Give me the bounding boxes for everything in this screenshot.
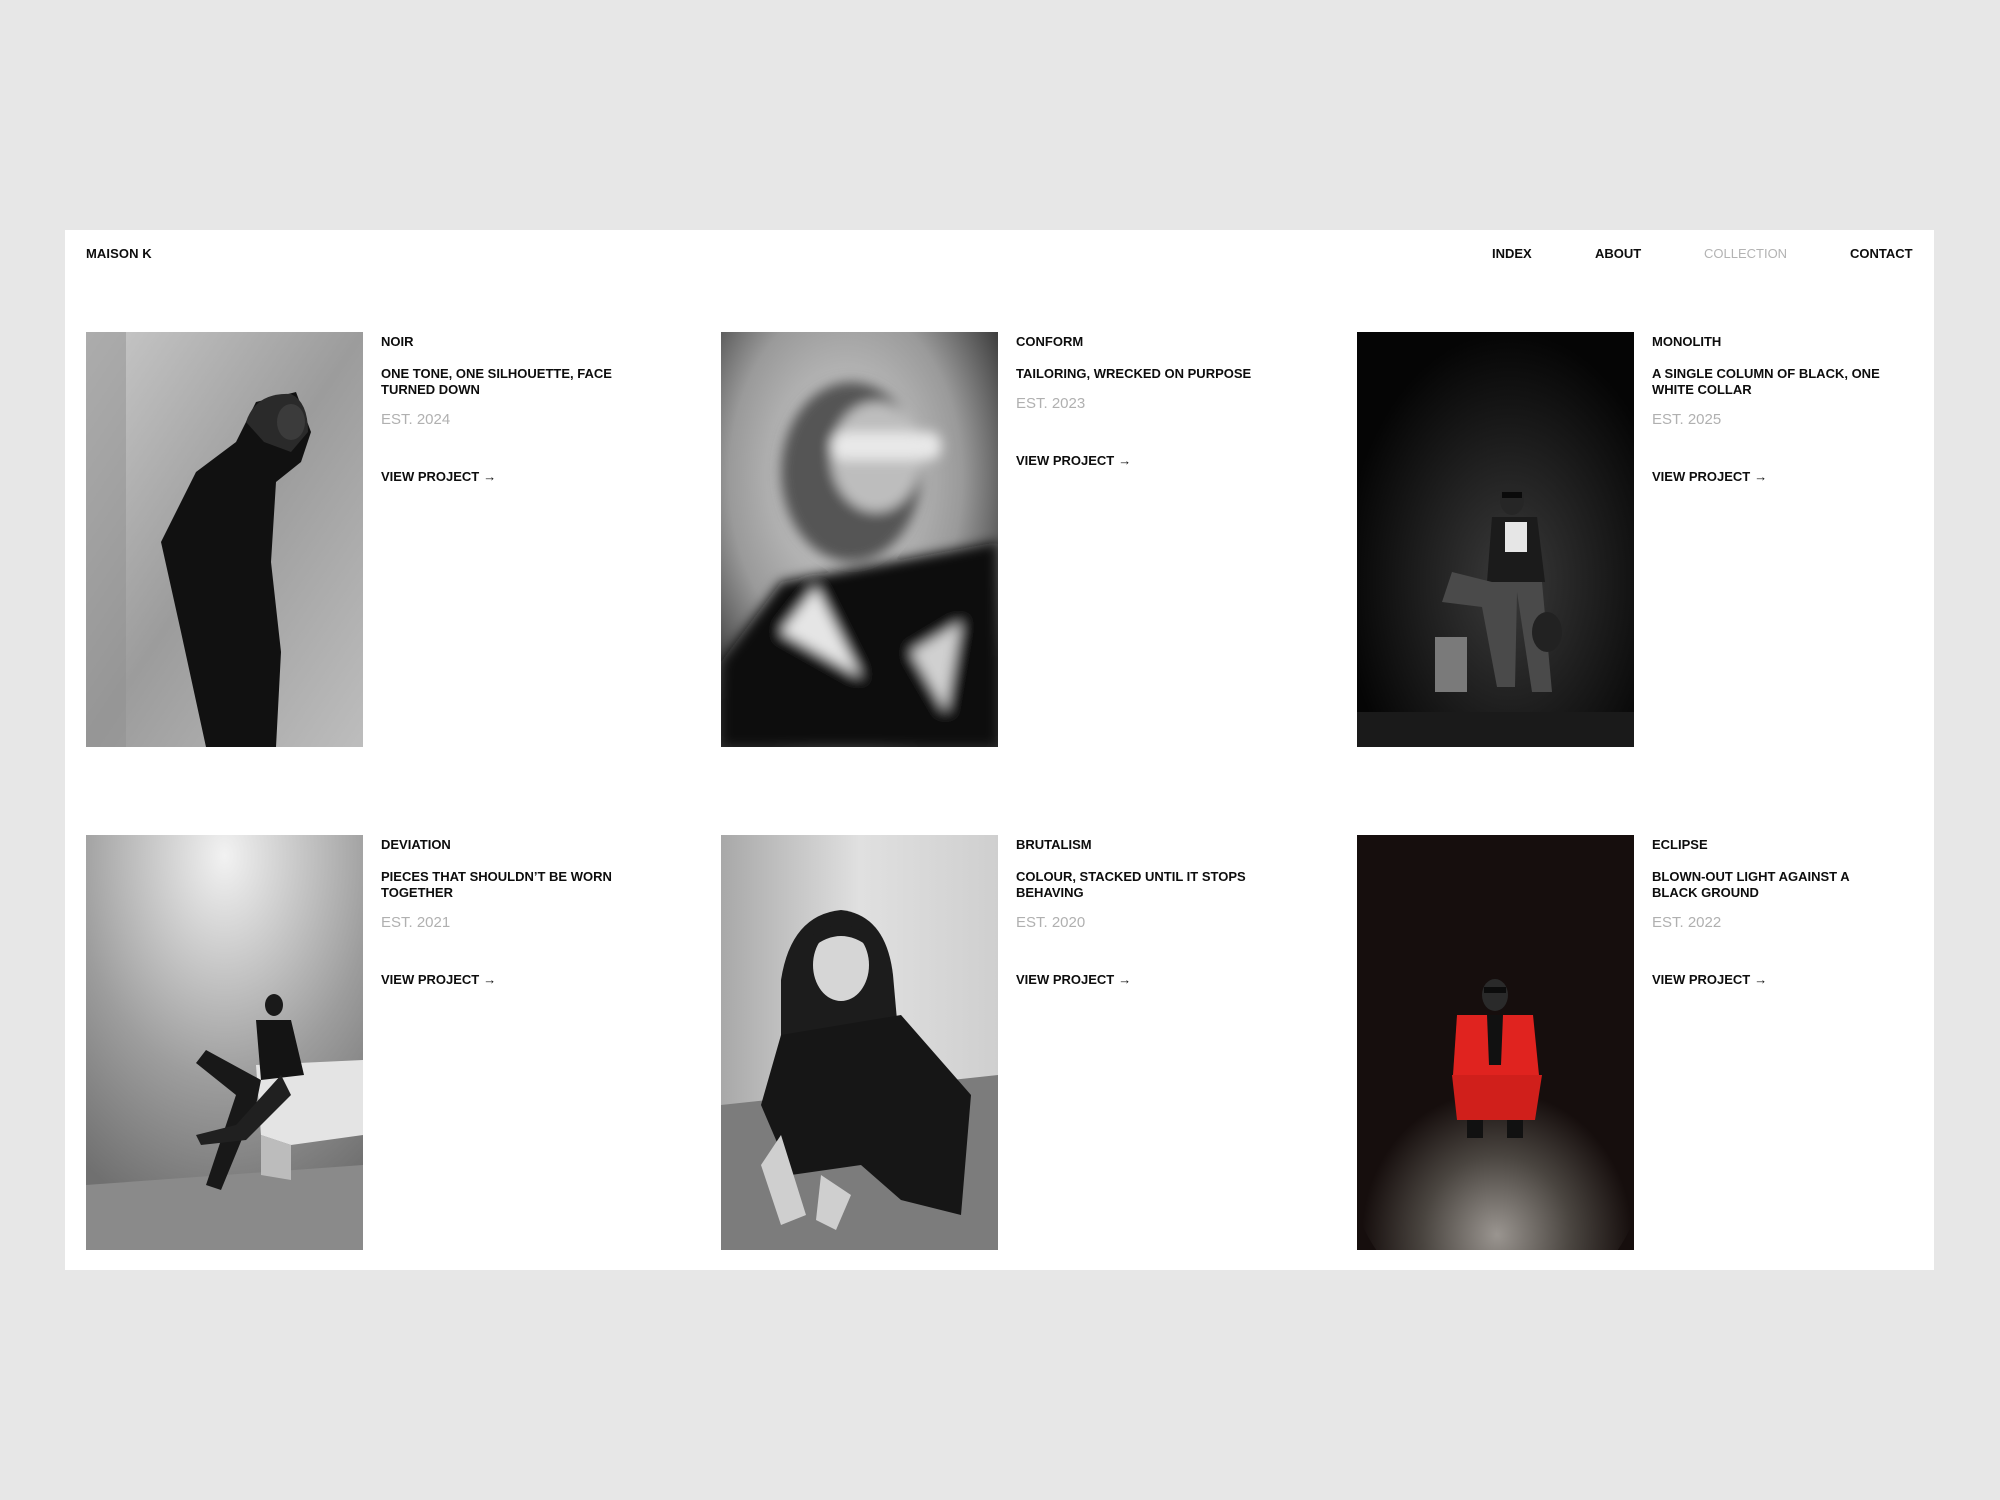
project-photo-deviation[interactable]	[86, 835, 363, 1250]
view-project-label: VIEW PROJECT	[1652, 469, 1751, 484]
view-project-label: VIEW PROJECT	[1016, 972, 1115, 987]
project-description: COLOUR, STACKED UNTIL IT STOPS BEHAVING	[1016, 869, 1246, 900]
project-title: MONOLITH	[1652, 334, 1722, 349]
project-year: EST. 2024	[381, 411, 451, 428]
project-year: EST. 2020	[1016, 914, 1086, 931]
main-nav: INDEX ABOUT COLLECTION CONTACT	[65, 246, 1934, 266]
project-card-deviation: DEVIATION PIECES THAT SHOULDN’T BE WORN …	[86, 835, 706, 1250]
view-project-link[interactable]: VIEW PROJECT →	[1016, 453, 1131, 468]
view-project-label: VIEW PROJECT	[1016, 453, 1115, 468]
arrow-right-icon: →	[1754, 469, 1768, 484]
project-title: CONFORM	[1016, 334, 1084, 349]
project-title: NOIR	[381, 334, 414, 349]
project-photo-noir[interactable]	[86, 332, 363, 747]
nav-collection[interactable]: COLLECTION	[1704, 246, 1787, 261]
project-card-eclipse: ECLIPSE BLOWN-OUT LIGHT AGAINST A BLACK …	[1357, 835, 1977, 1250]
nav-about[interactable]: ABOUT	[1595, 246, 1641, 261]
project-description: ONE TONE, ONE SILHOUETTE, FACE TURNED DO…	[381, 366, 612, 397]
view-project-label: VIEW PROJECT	[381, 469, 480, 484]
arrow-right-icon: →	[483, 469, 497, 484]
project-title: ECLIPSE	[1652, 837, 1708, 852]
project-year: EST. 2023	[1016, 395, 1086, 412]
project-title: DEVIATION	[381, 837, 451, 852]
project-photo-monolith[interactable]	[1357, 332, 1634, 747]
view-project-link[interactable]: VIEW PROJECT →	[1016, 972, 1131, 987]
project-card-brutalism: BRUTALISM COLOUR, STACKED UNTIL IT STOPS…	[721, 835, 1341, 1250]
view-project-link[interactable]: VIEW PROJECT →	[1652, 972, 1767, 987]
view-project-label: VIEW PROJECT	[1652, 972, 1751, 987]
project-card-noir: NOIR ONE TONE, ONE SILHOUETTE, FACE TURN…	[86, 332, 706, 747]
project-card-conform: CONFORM TAILORING, WRECKED ON PURPOSE ES…	[721, 332, 1341, 747]
project-description: TAILORING, WRECKED ON PURPOSE	[1016, 366, 1252, 381]
arrow-right-icon: →	[1118, 972, 1132, 987]
project-photo-brutalism[interactable]	[721, 835, 998, 1250]
collection-page: MAISON K INDEX ABOUT COLLECTION CONTACT	[65, 230, 1934, 1270]
nav-index[interactable]: INDEX	[1492, 246, 1532, 261]
arrow-right-icon: →	[483, 972, 497, 987]
arrow-right-icon: →	[1754, 972, 1768, 987]
project-description: BLOWN-OUT LIGHT AGAINST A BLACK GROUND	[1652, 869, 1850, 900]
project-photo-conform[interactable]	[721, 332, 998, 747]
view-project-link[interactable]: VIEW PROJECT →	[381, 972, 496, 987]
view-project-label: VIEW PROJECT	[381, 972, 480, 987]
project-title: BRUTALISM	[1016, 837, 1092, 852]
view-project-link[interactable]: VIEW PROJECT →	[381, 469, 496, 484]
project-description: A SINGLE COLUMN OF BLACK, ONE WHITE COLL…	[1652, 366, 1880, 397]
project-year: EST. 2021	[381, 914, 451, 931]
project-year: EST. 2025	[1652, 411, 1722, 428]
view-project-link[interactable]: VIEW PROJECT →	[1652, 469, 1767, 484]
nav-contact[interactable]: CONTACT	[1850, 246, 1913, 261]
project-description: PIECES THAT SHOULDN’T BE WORN TOGETHER	[381, 869, 612, 900]
project-year: EST. 2022	[1652, 914, 1722, 931]
project-card-monolith: MONOLITH A SINGLE COLUMN OF BLACK, ONE W…	[1357, 332, 1977, 747]
arrow-right-icon: →	[1118, 453, 1132, 468]
project-photo-eclipse[interactable]	[1357, 835, 1634, 1250]
